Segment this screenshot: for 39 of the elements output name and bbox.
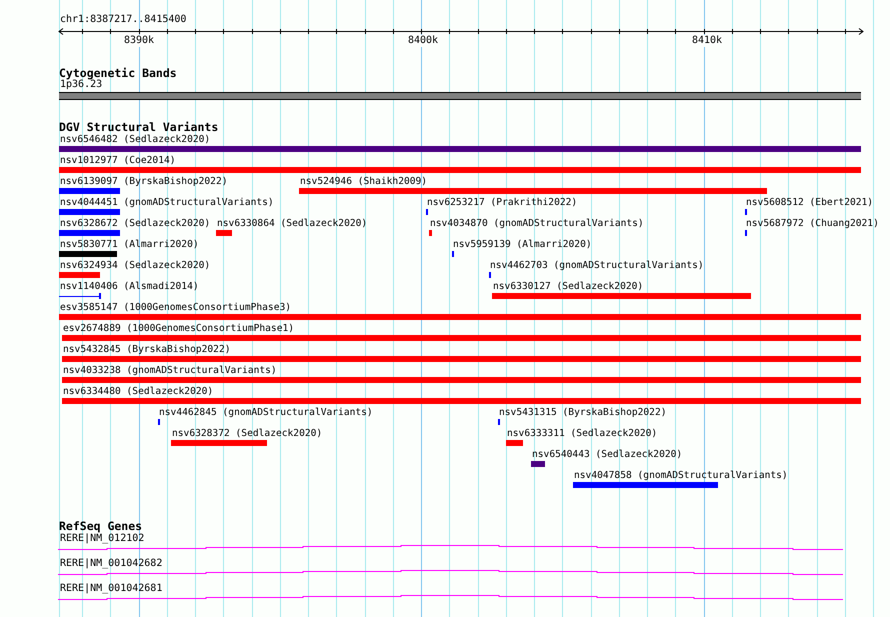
variant-label: nsv6546482 (Sedlazeck2020): [60, 134, 210, 145]
variant-label: nsv4044451 (gnomADStructuralVariants): [60, 197, 274, 208]
variant-label: nsv1012977 (Coe2014): [60, 155, 176, 166]
variant-label: nsv6333311 (Sedlazeck2020): [507, 428, 658, 439]
variant-label: nsv6328372 (Sedlazeck2020): [172, 428, 322, 439]
variant-label: nsv6540443 (Sedlazeck2020): [532, 449, 682, 460]
variant-label: nsv1140406 (Alsmadi2014): [60, 281, 199, 292]
variant-label: nsv5959139 (Almarri2020): [453, 239, 592, 250]
variant-label: nsv6330864 (Sedlazeck2020): [217, 218, 368, 229]
gene-label: RERE|NM_001042682: [60, 558, 162, 570]
variant-label: nsv6328672 (Sedlazeck2020): [60, 218, 210, 229]
variant-label: nsv4033238 (gnomADStructuralVariants): [63, 365, 277, 376]
variant-label: nsv524946 (Shaikh2009): [300, 176, 428, 187]
track-title: RefSeq Genes: [59, 520, 142, 533]
variant-label: esv2674889 (1000GenomesConsortiumPhase1): [63, 323, 294, 334]
tick-label: 8400k: [408, 35, 438, 47]
variant-label: nsv6330127 (Sedlazeck2020): [493, 281, 644, 292]
variant-label: nsv5830771 (Almarri2020): [60, 239, 199, 250]
variant-label: nsv5431315 (ByrskaBishop2022): [499, 407, 667, 418]
variant-label: nsv5687972 (Chuang2021): [746, 218, 879, 229]
tick-label: 8410k: [692, 35, 722, 47]
track-title: DGV Structural Variants: [59, 121, 218, 134]
variant-label: nsv6253217 (Prakrithi2022): [427, 197, 578, 208]
band-label: 1p36.23: [60, 79, 102, 91]
variant-label: nsv6334480 (Sedlazeck2020): [63, 386, 214, 397]
variant-label: nsv4462703 (gnomADStructuralVariants): [490, 260, 704, 271]
tick-label: 8390k: [124, 35, 154, 47]
variant-label: nsv5608512 (Ebert2021): [746, 197, 874, 208]
variant-label: esv3585147 (1000GenomesConsortiumPhase3): [60, 302, 292, 313]
variant-label: nsv4462845 (gnomADStructuralVariants): [159, 407, 373, 418]
variant-label: nsv4034870 (gnomADStructuralVariants): [430, 218, 644, 229]
variant-label: nsv4047858 (gnomADStructuralVariants): [574, 470, 788, 481]
track-title: Cytogenetic Bands: [59, 67, 177, 80]
variant-label: nsv6324934 (Sedlazeck2020): [60, 260, 210, 271]
variant-label: nsv5432845 (ByrskaBishop2022): [63, 344, 231, 355]
gene-label: RERE|NM_012102: [60, 533, 144, 545]
variant-label: nsv6139097 (ByrskaBishop2022): [60, 176, 228, 187]
location-label: chr1:8387217..8415400: [60, 14, 186, 26]
gene-label: RERE|NM_001042681: [60, 583, 162, 595]
